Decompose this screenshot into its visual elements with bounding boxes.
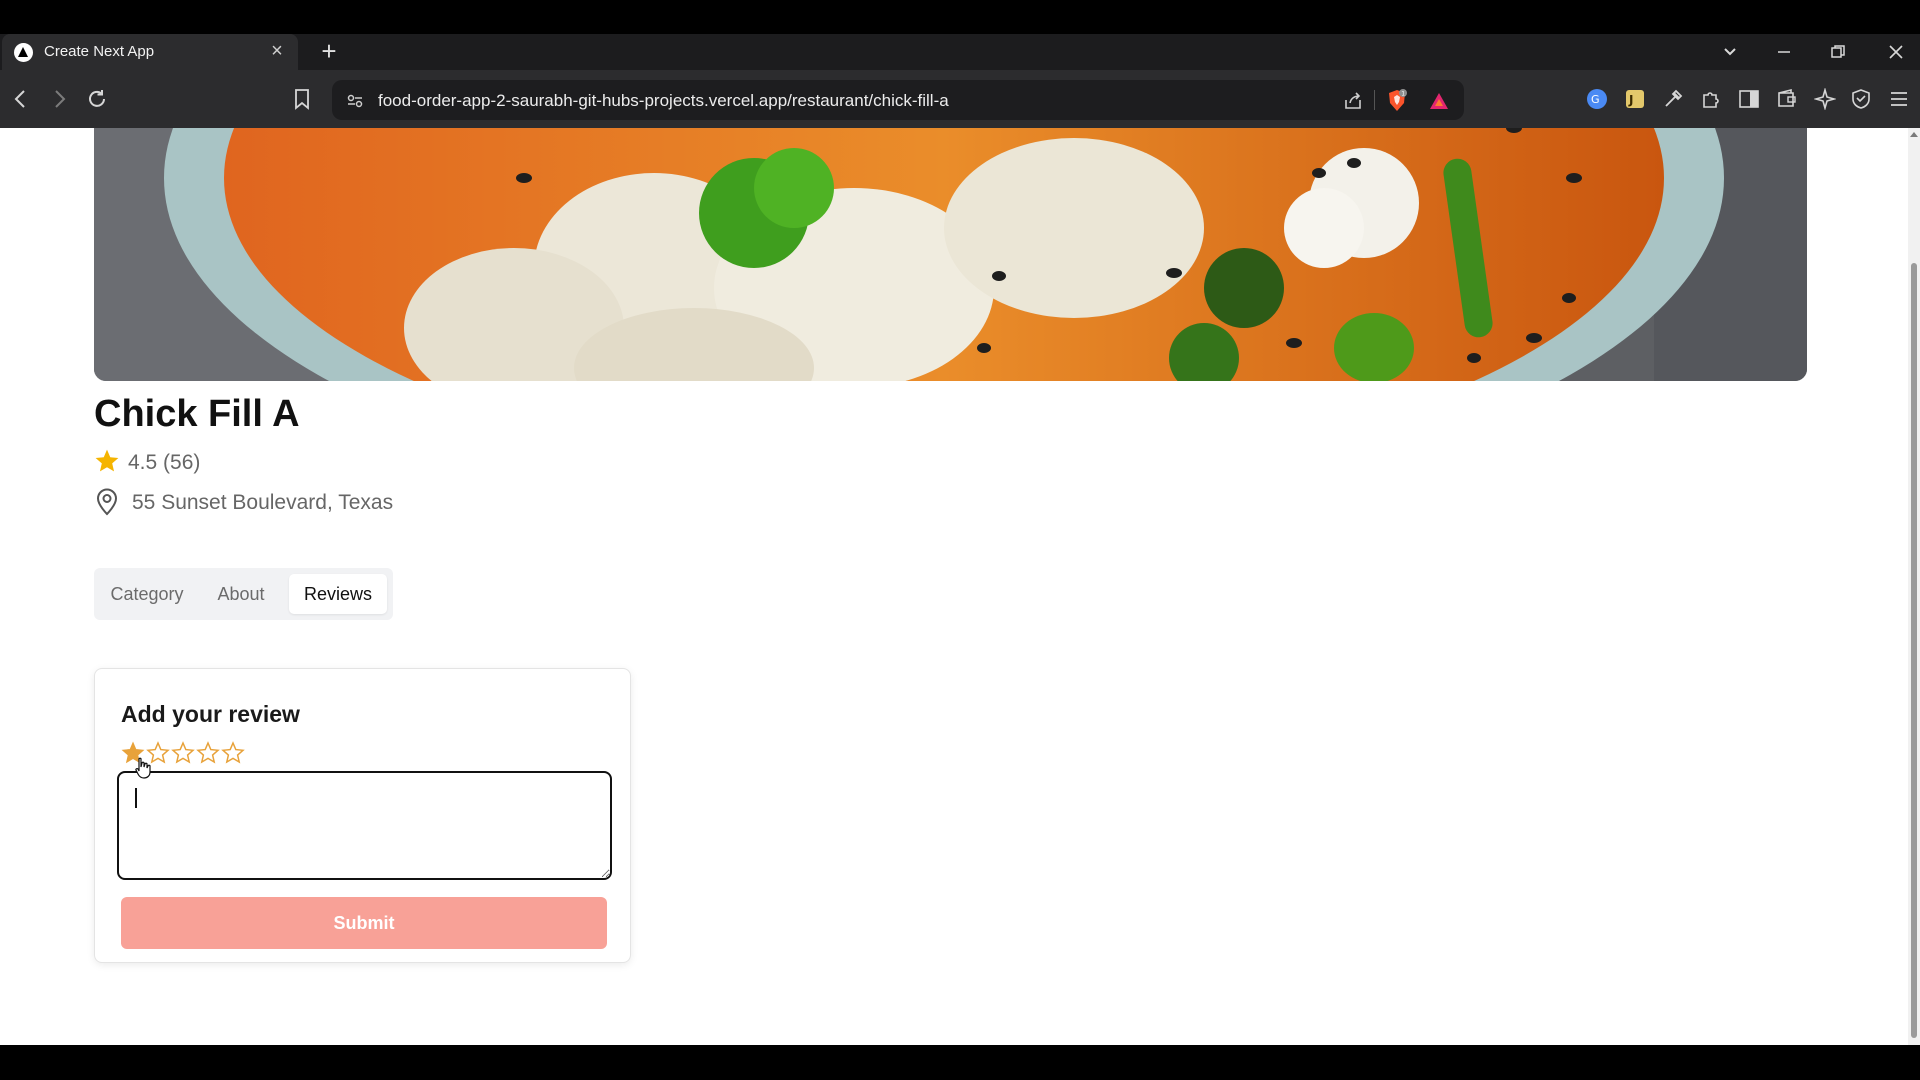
- tab-search-icon[interactable]: [1712, 34, 1748, 70]
- leo-ai-icon[interactable]: [1810, 84, 1840, 114]
- arrow-left-icon[interactable]: [6, 84, 36, 114]
- star-outline-icon[interactable]: [196, 741, 220, 765]
- bookmark-icon[interactable]: [287, 84, 317, 114]
- browser-toolbar: food-order-app-2-saurabh-git-hubs-projec…: [0, 70, 1920, 128]
- text-caret: [135, 788, 137, 808]
- svg-text:1: 1: [1401, 91, 1405, 98]
- tab-about[interactable]: About: [196, 574, 286, 614]
- brave-rewards-icon[interactable]: [1426, 88, 1452, 114]
- star-outline-icon[interactable]: [221, 741, 245, 765]
- page-viewport: Chick Fill A 4.5 (56) 55 Sunset Boulevar…: [0, 128, 1908, 1045]
- add-review-heading: Add your review: [121, 701, 300, 727]
- star-outline-icon[interactable]: [171, 741, 195, 765]
- screen: Create Next App × + food-order-app-2-sau…: [0, 0, 1920, 1080]
- arrow-right-icon[interactable]: [44, 84, 74, 114]
- extension-badge-icon[interactable]: J: [1620, 84, 1650, 114]
- sidebar-toggle-icon[interactable]: [1734, 84, 1764, 114]
- scrollbar-thumb[interactable]: [1911, 263, 1917, 1038]
- add-review-card: Add your review Submit: [94, 668, 631, 963]
- tab-category[interactable]: Category: [100, 574, 194, 614]
- brave-shields-icon[interactable]: 1: [1384, 88, 1410, 114]
- url-text[interactable]: food-order-app-2-saurabh-git-hubs-projec…: [378, 91, 949, 111]
- svg-text:J: J: [1628, 93, 1633, 107]
- vpn-shield-icon[interactable]: [1846, 84, 1876, 114]
- eyedropper-icon[interactable]: [1658, 84, 1688, 114]
- restaurant-banner-image: [94, 128, 1807, 381]
- rating-text: 4.5 (56): [128, 451, 201, 474]
- restaurant-rating: 4.5 (56): [94, 448, 200, 474]
- minimize-icon[interactable]: [1766, 34, 1802, 70]
- close-tab-icon[interactable]: ×: [266, 40, 288, 62]
- browser-tab[interactable]: Create Next App ×: [2, 34, 298, 70]
- submit-button[interactable]: Submit: [121, 897, 607, 949]
- tab-title: Create Next App: [44, 43, 155, 60]
- restaurant-address: 55 Sunset Boulevard, Texas: [94, 488, 393, 516]
- restaurant-tabs: Category About Reviews: [94, 568, 393, 620]
- address-text: 55 Sunset Boulevard, Texas: [132, 491, 394, 514]
- share-icon[interactable]: [1340, 88, 1366, 114]
- extensions-puzzle-icon[interactable]: [1696, 84, 1726, 114]
- review-textarea[interactable]: [117, 771, 612, 880]
- reload-icon[interactable]: [82, 84, 112, 114]
- omnibox-divider: [1374, 90, 1375, 110]
- hand-cursor-icon: [135, 757, 151, 779]
- svg-text:G: G: [1591, 93, 1600, 106]
- nextjs-favicon-icon: [14, 43, 33, 62]
- page-scrollbar[interactable]: [1908, 128, 1920, 1045]
- tab-reviews[interactable]: Reviews: [289, 574, 387, 614]
- menu-hamburger-icon[interactable]: [1884, 84, 1914, 114]
- restore-icon[interactable]: [1820, 34, 1856, 70]
- wallet-icon[interactable]: [1772, 84, 1802, 114]
- site-settings-icon[interactable]: [342, 88, 368, 114]
- map-pin-icon: [94, 488, 120, 516]
- new-tab-button[interactable]: +: [316, 38, 342, 65]
- tab-strip: Create Next App × +: [0, 34, 1920, 70]
- restaurant-name: Chick Fill A: [94, 393, 300, 435]
- close-window-icon[interactable]: [1878, 34, 1914, 70]
- scroll-up-icon[interactable]: [1910, 132, 1918, 137]
- star-icon: [94, 448, 120, 474]
- translate-extension-icon[interactable]: G: [1582, 84, 1612, 114]
- address-bar[interactable]: food-order-app-2-saurabh-git-hubs-projec…: [332, 80, 1464, 120]
